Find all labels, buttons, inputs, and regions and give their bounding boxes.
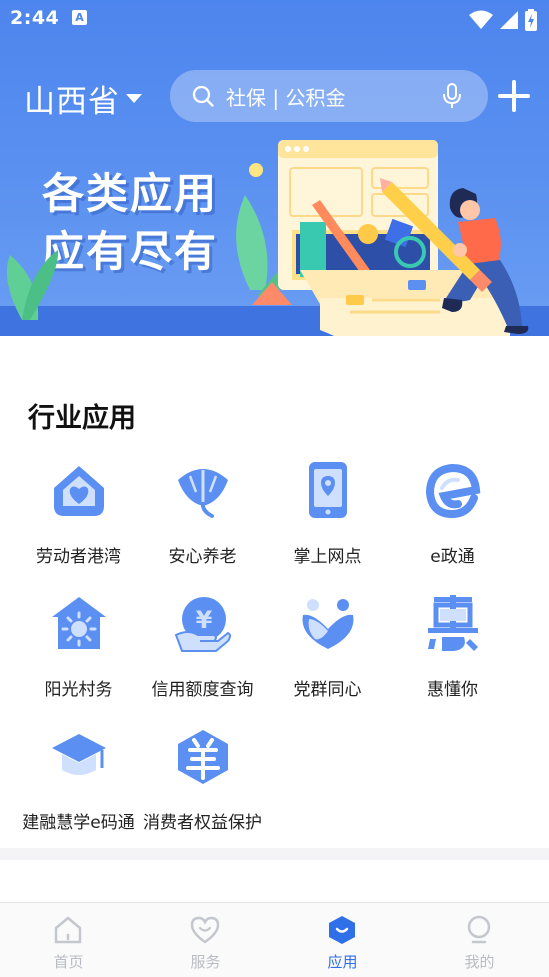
app-label: 劳动者港湾 bbox=[36, 547, 121, 567]
app-label: 信用额度查询 bbox=[151, 680, 254, 700]
status-time: 2:44 bbox=[10, 7, 60, 29]
app-label: 惠懂你 bbox=[427, 680, 478, 700]
house-heart-icon bbox=[54, 466, 104, 516]
status-icons bbox=[469, 9, 537, 31]
app-label: 掌上网点 bbox=[293, 547, 362, 567]
hui-character-icon bbox=[428, 595, 478, 651]
caret-down-icon bbox=[126, 94, 142, 103]
app-label: 阳光村务 bbox=[44, 680, 113, 700]
app-xiaofeizhe-quanyi-baohu[interactable]: 消费者权益保护 bbox=[134, 728, 271, 848]
next-section-card bbox=[0, 860, 549, 902]
tab-mine-label: 我的 bbox=[464, 953, 495, 971]
top-bar: 山西省 社保 | 公积金 bbox=[0, 68, 549, 124]
microphone-icon[interactable] bbox=[442, 83, 462, 109]
person-icon bbox=[467, 915, 491, 944]
section-title: 行业应用 bbox=[28, 403, 136, 434]
tab-service[interactable]: 服务 bbox=[137, 903, 274, 977]
wifi-icon bbox=[469, 10, 493, 29]
app-xinyong-edu-chaxun[interactable]: ¥ 信用额度查询 bbox=[134, 595, 271, 715]
ginkgo-leaf-icon bbox=[178, 469, 228, 518]
app-label: 消费者权益保护 bbox=[143, 813, 262, 833]
apps-hexagon-icon bbox=[329, 916, 355, 944]
phone-location-icon bbox=[309, 462, 347, 518]
home-icon bbox=[54, 916, 82, 944]
people-heart-icon bbox=[302, 599, 354, 649]
heart-icon bbox=[190, 916, 220, 944]
tab-home[interactable]: 首页 bbox=[0, 903, 137, 977]
search-icon bbox=[192, 85, 214, 107]
banner-illustration bbox=[6, 140, 529, 336]
search-placeholder: 社保 | 公积金 bbox=[226, 85, 346, 110]
tab-mine[interactable]: 我的 bbox=[411, 903, 548, 977]
app-label: 安心养老 bbox=[168, 547, 237, 567]
region-label: 山西省 bbox=[24, 84, 120, 120]
tab-apps[interactable]: 应用 bbox=[274, 903, 411, 977]
battery-icon bbox=[525, 9, 537, 31]
header-banner: 2:44 A 山西省 社保 | 公积金 各类应用 应有尽有 bbox=[0, 0, 549, 336]
svg-text:¥: ¥ bbox=[196, 606, 213, 634]
shield-yang-icon bbox=[178, 730, 228, 784]
app-e-zhengtong[interactable]: e政通 bbox=[384, 462, 521, 582]
yuan-hand-icon: ¥ bbox=[174, 597, 231, 652]
app-label: 党群同心 bbox=[293, 680, 362, 700]
region-selector[interactable]: 山西省 bbox=[24, 76, 142, 121]
notification-a-icon: A bbox=[72, 10, 87, 25]
graduation-cap-icon bbox=[52, 734, 106, 775]
tab-apps-label: 应用 bbox=[327, 953, 358, 971]
app-label: e政通 bbox=[430, 547, 475, 567]
search-input[interactable]: 社保 | 公积金 bbox=[170, 70, 488, 122]
tab-home-label: 首页 bbox=[53, 953, 84, 971]
app-label: 建融慧学e码通 bbox=[22, 813, 135, 833]
status-bar: 2:44 A bbox=[0, 0, 549, 38]
section-divider bbox=[0, 848, 549, 860]
add-button[interactable] bbox=[498, 80, 530, 112]
tab-service-label: 服务 bbox=[190, 953, 221, 971]
app-zhangshang-wangdian[interactable]: 掌上网点 bbox=[259, 462, 396, 582]
signal-icon bbox=[500, 11, 518, 29]
bottom-navigation: 首页 服务 应用 我的 bbox=[0, 902, 549, 977]
app-jianrong-huixue[interactable]: 建融慧学e码通 bbox=[10, 728, 147, 848]
app-yangguang-cunwu[interactable]: 阳光村务 bbox=[10, 595, 147, 715]
app-dangqun-tongxin[interactable]: 党群同心 bbox=[259, 595, 396, 715]
app-anxin-yanglao[interactable]: 安心养老 bbox=[134, 462, 271, 582]
e-logo-icon bbox=[425, 463, 481, 519]
app-hui-dong-ni[interactable]: 惠懂你 bbox=[384, 595, 521, 715]
sun-house-icon bbox=[52, 597, 106, 649]
app-laodongzhe-gangwan[interactable]: 劳动者港湾 bbox=[10, 462, 147, 582]
